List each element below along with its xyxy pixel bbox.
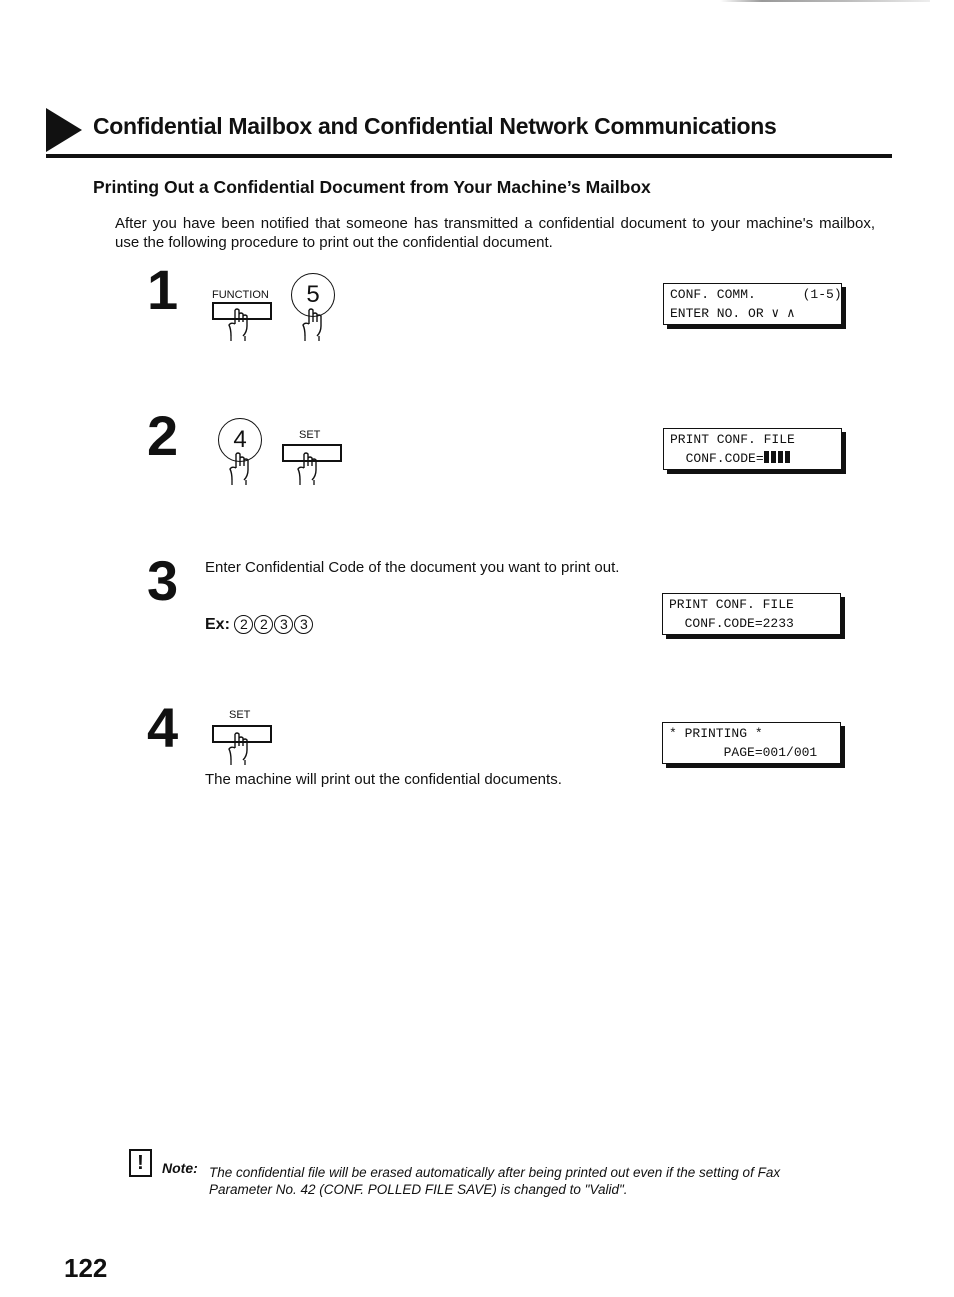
lcd-display-step-2: PRINT CONF. FILE CONF.CODE= bbox=[663, 428, 842, 470]
digit-key-icon: 3 bbox=[294, 615, 314, 634]
code-mask-block bbox=[777, 451, 783, 463]
example-label: Ex: bbox=[205, 616, 230, 633]
number-key-4-label: 4 bbox=[233, 426, 247, 453]
section-title: Printing Out a Confidential Document fro… bbox=[93, 177, 651, 197]
step-4-result-text: The machine will print out the confident… bbox=[205, 771, 562, 788]
step-3-instruction: Enter Confidential Code of the document … bbox=[205, 559, 620, 576]
lcd-line-1: PRINT CONF. FILE bbox=[670, 432, 795, 447]
note-label: Note: bbox=[162, 1160, 198, 1176]
number-key-5-label: 5 bbox=[306, 281, 320, 308]
press-hand-icon bbox=[228, 308, 248, 342]
code-mask-block bbox=[763, 451, 769, 463]
section-arrow-icon bbox=[46, 108, 82, 152]
page-number: 122 bbox=[64, 1253, 108, 1283]
press-hand-icon bbox=[297, 452, 317, 486]
lcd-line-2: PAGE=001/001 bbox=[669, 745, 818, 760]
chapter-title: Confidential Mailbox and Confidential Ne… bbox=[93, 113, 777, 139]
code-mask-block bbox=[784, 451, 790, 463]
set-key-label: SET bbox=[229, 709, 251, 721]
lcd-line-1: * PRINTING * bbox=[669, 726, 763, 741]
exclamation-box-icon: ! bbox=[129, 1149, 152, 1177]
press-hand-icon bbox=[228, 732, 248, 766]
step-4-number: 4 bbox=[147, 696, 179, 759]
header-divider bbox=[46, 154, 892, 158]
note-text: The confidential file will be erased aut… bbox=[209, 1165, 781, 1197]
lcd-line-2: CONF.CODE=2233 bbox=[669, 616, 794, 631]
set-key-label: SET bbox=[299, 429, 321, 441]
press-hand-icon bbox=[229, 452, 249, 486]
lcd-display-step-3: PRINT CONF. FILE CONF.CODE=2233 bbox=[662, 593, 841, 635]
lcd-line-1: CONF. COMM. (1-5) bbox=[670, 287, 842, 302]
function-key-label: FUNCTION bbox=[212, 289, 269, 301]
intro-paragraph: After you have been notified that someon… bbox=[115, 215, 875, 251]
lcd-code-prefix: CONF.CODE= bbox=[670, 451, 764, 466]
lcd-line-1: PRINT CONF. FILE bbox=[669, 597, 794, 612]
press-hand-icon bbox=[302, 308, 322, 342]
lcd-display-step-4: * PRINTING * PAGE=001/001 bbox=[662, 722, 841, 764]
step-2-number: 2 bbox=[147, 404, 179, 467]
digit-key-icon: 2 bbox=[234, 615, 254, 634]
digit-key-icon: 2 bbox=[254, 615, 274, 634]
scan-artifact bbox=[720, 0, 930, 2]
digit-key-icon: 3 bbox=[274, 615, 294, 634]
lcd-display-step-1: CONF. COMM. (1-5) ENTER NO. OR ∨ ∧ bbox=[663, 283, 842, 325]
lcd-line-2: CONF.CODE= bbox=[670, 449, 835, 468]
lcd-line-2: ENTER NO. OR ∨ ∧ bbox=[670, 306, 795, 321]
code-example: Ex: 2233 bbox=[205, 615, 314, 634]
code-mask-block bbox=[770, 451, 776, 463]
step-1-number: 1 bbox=[147, 258, 179, 321]
step-3-number: 3 bbox=[147, 549, 179, 612]
